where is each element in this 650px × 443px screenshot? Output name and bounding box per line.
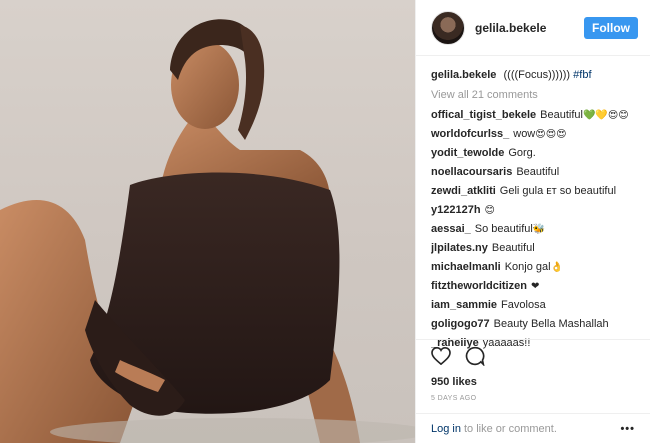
caption-text: ((((Focus)))))) — [503, 69, 571, 81]
likes-count[interactable]: 950 likes — [431, 376, 635, 388]
comment-text: Beautiful — [540, 109, 583, 121]
comment-emoji: 🐝 — [532, 224, 546, 235]
comment-username[interactable]: worldofcurlss_ — [431, 128, 509, 140]
comment-emoji: ❤ — [530, 281, 540, 292]
login-row: Log in to like or comment. ••• — [416, 413, 650, 443]
comment-row: zewdi_atkliti Geli gula ᴇᴛ so beautiful — [431, 182, 638, 201]
comment-text: Favolosa — [501, 299, 546, 311]
login-suffix: to like or comment. — [463, 422, 557, 435]
comment-row: iam_sammie Favolosa — [431, 296, 638, 315]
comment-username[interactable]: fitztheworldcitizen — [431, 280, 527, 292]
comment-row: fitztheworldcitizen ❤ — [431, 277, 638, 296]
comment-username[interactable]: michaelmanli — [431, 261, 501, 273]
comment-username[interactable]: noellacoursaris — [431, 166, 512, 178]
comment-emoji: 💚💛😍😊 — [582, 110, 629, 121]
action-icons — [431, 346, 635, 371]
follow-button[interactable]: Follow — [584, 16, 638, 39]
comment-text: So beautiful — [474, 223, 533, 235]
post-date: 5 DAYS AGO — [431, 395, 477, 402]
comments-list: gelila.bekele ((((Focus)))))) #fbf View … — [416, 56, 650, 353]
comment-username[interactable]: y122127h — [431, 204, 481, 216]
caption-hashtag[interactable]: #fbf — [573, 69, 591, 81]
view-all-comments-link[interactable]: View all 21 comments — [431, 86, 638, 104]
post-header: gelila.bekele Follow — [416, 0, 650, 56]
comment-row: offical_tigist_bekele Beautiful💚💛😍😊 — [431, 106, 638, 125]
instagram-post: gelila.bekele Follow gelila.bekele ((((F… — [0, 0, 650, 443]
comment-rows: offical_tigist_bekele Beautiful💚💛😍😊 worldo… — [431, 106, 638, 353]
comment-username[interactable]: goligogo77 — [431, 318, 490, 330]
comment-row: goligogo77 Beauty Bella Mashallah — [431, 315, 638, 334]
comment-text: Beauty Bella Mashallah — [493, 318, 609, 330]
comment-row: y122127h 😊 — [431, 201, 638, 220]
comment-username[interactable]: offical_tigist_bekele — [431, 109, 536, 121]
comment-username[interactable]: aessai_ — [431, 223, 471, 235]
comment-row: michaelmanli Konjo gal👌 — [431, 258, 638, 277]
comment-text: Gorg. — [508, 147, 536, 159]
header-username[interactable]: gelila.bekele — [475, 21, 584, 35]
caption: gelila.bekele ((((Focus)))))) #fbf — [431, 66, 638, 84]
post-side-panel: gelila.bekele Follow gelila.bekele ((((F… — [415, 0, 650, 443]
comment-username[interactable]: yodit_tewolde — [431, 147, 504, 159]
photo-illustration — [0, 19, 415, 443]
comment-row: yodit_tewolde Gorg. — [431, 144, 638, 163]
caption-username[interactable]: gelila.bekele — [431, 69, 496, 81]
comment-row: worldofcurlss_ wow😍😍😍 — [431, 125, 638, 144]
comment-text: Beautiful — [491, 242, 535, 254]
comment-username[interactable]: jlpilates.ny — [431, 242, 488, 254]
heart-icon[interactable] — [431, 346, 451, 370]
comment-username[interactable]: zewdi_atkliti — [431, 185, 496, 197]
avatar[interactable] — [431, 10, 465, 45]
comment-bubble-icon[interactable] — [465, 346, 485, 371]
comment-text: Konjo gal — [504, 261, 551, 273]
comment-emoji: 😍😍😍 — [535, 129, 567, 140]
post-photo[interactable] — [0, 0, 415, 443]
comment-username[interactable]: iam_sammie — [431, 299, 497, 311]
login-link[interactable]: Log in — [431, 423, 461, 435]
comment-row: jlpilates.ny Beautiful — [431, 239, 638, 258]
comment-text: Beautiful — [516, 166, 560, 178]
comment-emoji: 😊 — [484, 205, 495, 216]
comment-row: noellacoursaris Beautiful — [431, 163, 638, 182]
more-options-icon[interactable]: ••• — [620, 423, 635, 435]
comment-emoji: 👌 — [550, 262, 564, 273]
comment-text: wow — [513, 128, 536, 140]
comment-row: aessai_ So beautiful🐝 — [431, 220, 638, 239]
comment-text: Geli gula ᴇᴛ so beautiful — [499, 185, 617, 197]
